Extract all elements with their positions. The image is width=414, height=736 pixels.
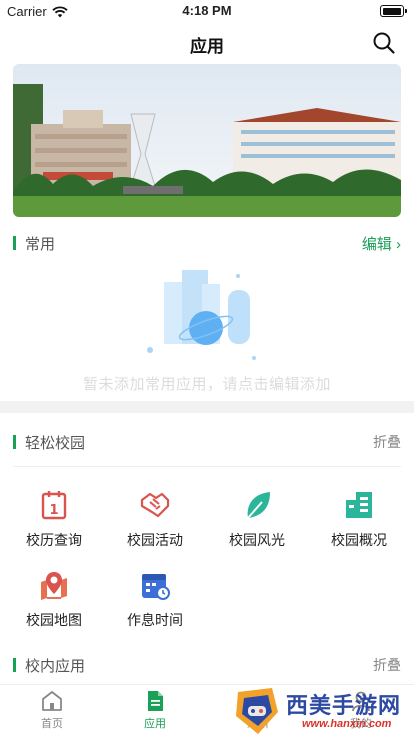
in-school-title: 校内应用 — [25, 658, 86, 675]
page-title: 应用 — [190, 37, 224, 56]
edit-button[interactable]: 编辑 › — [362, 233, 401, 254]
in-school-header: 校内应用 折叠 — [13, 654, 401, 676]
header-divider — [13, 466, 401, 467]
common-section-title: 常用 — [25, 236, 56, 253]
watermark-brand: 西美手游网 — [286, 693, 402, 718]
battery-level — [382, 7, 401, 15]
leaf-icon — [247, 492, 270, 519]
map-pin-icon — [41, 572, 67, 600]
easy-campus-header: 轻松校园 折叠 — [13, 431, 401, 453]
section-divider — [0, 401, 414, 413]
tab-label: 应用 — [144, 718, 166, 730]
app-label: 校园风光 — [229, 532, 285, 548]
home-icon — [42, 691, 62, 711]
section-accent-bar — [13, 236, 16, 250]
app-campus-overview[interactable]: 校园概况 — [314, 488, 404, 558]
empty-state-text: 暂未添加常用应用，请点击编辑添加 — [82, 376, 331, 393]
nav-bar: 应用 — [0, 22, 414, 64]
tab-label: 首页 — [41, 718, 63, 730]
campus-photo — [13, 64, 401, 217]
app-campus-map[interactable]: 校园地图 — [9, 568, 99, 638]
tab-home[interactable]: 首页 — [17, 689, 87, 731]
building-icon — [346, 492, 372, 518]
watermark-url: www.hanxin.com — [302, 718, 392, 730]
collapse-button[interactable]: 折叠 — [373, 655, 401, 675]
app-label: 校历查询 — [26, 532, 82, 548]
section-accent-bar — [13, 658, 16, 672]
easy-campus-title: 轻松校园 — [25, 435, 86, 452]
status-time: 4:18 PM — [182, 3, 232, 18]
document-icon — [148, 691, 163, 711]
app-label: 作息时间 — [127, 612, 183, 628]
battery-icon — [380, 5, 407, 17]
app-school-calendar[interactable]: 1 校历查询 — [9, 488, 99, 558]
handshake-icon — [140, 492, 170, 518]
calendar-icon: 1 — [41, 491, 67, 520]
app-schedule[interactable]: 作息时间 — [110, 568, 200, 638]
watermark-logo: 西美手游网 www.hanxin.com — [232, 686, 414, 736]
common-section-header: 常用 编辑 › — [13, 232, 401, 254]
collapse-button[interactable]: 折叠 — [373, 432, 401, 452]
app-campus-scenery[interactable]: 校园风光 — [212, 488, 302, 558]
schedule-icon — [142, 574, 170, 600]
tab-apps[interactable]: 应用 — [120, 689, 190, 731]
status-bar: Carrier 4:18 PM — [0, 0, 414, 22]
chevron-right-icon: › — [396, 236, 401, 253]
campus-banner[interactable] — [13, 64, 401, 217]
app-label: 校园地图 — [26, 612, 82, 628]
search-icon[interactable] — [372, 31, 396, 55]
edit-label: 编辑 — [361, 236, 392, 253]
app-label: 校园概况 — [331, 532, 387, 548]
app-label: 校园活动 — [127, 532, 183, 548]
svg-text:1: 1 — [49, 503, 58, 518]
section-accent-bar — [13, 435, 16, 449]
empty-state-illustration — [147, 270, 256, 360]
app-campus-activity[interactable]: 校园活动 — [110, 488, 200, 558]
